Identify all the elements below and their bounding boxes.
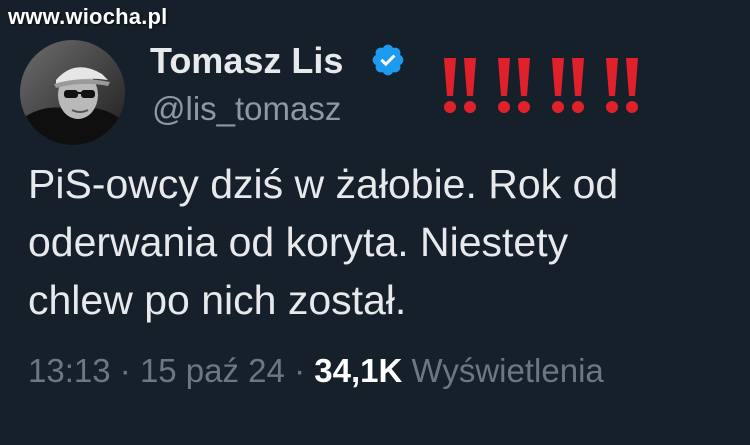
verified-badge-icon xyxy=(372,44,404,76)
handle[interactable]: @lis_tomasz xyxy=(152,90,341,128)
views-count[interactable]: 34,1K xyxy=(314,352,402,389)
double-exclamation-icon xyxy=(498,58,530,113)
tweet-meta: 13:13 · 15 paź 24 · 34,1K Wyświetlenia xyxy=(28,352,604,390)
display-name[interactable]: Tomasz Lis xyxy=(150,40,343,82)
meta-separator: · xyxy=(294,352,306,389)
double-exclamation-icon xyxy=(444,58,476,113)
tweet-text: PiS-owcy dziś w żałobie. Rok od oderwani… xyxy=(28,161,619,323)
views-label[interactable]: Wyświetlenia xyxy=(411,352,603,389)
tweet-date[interactable]: 15 paź 24 xyxy=(140,352,285,389)
avatar-photo xyxy=(20,40,125,145)
double-exclamation-icon xyxy=(552,58,584,113)
double-exclamation-icon xyxy=(606,58,638,113)
avatar[interactable] xyxy=(20,40,125,145)
exclamation-overlay xyxy=(440,56,642,116)
watermark: www.wiocha.pl xyxy=(8,4,168,29)
meta-separator: · xyxy=(119,352,131,389)
tweet-time[interactable]: 13:13 xyxy=(28,352,111,389)
